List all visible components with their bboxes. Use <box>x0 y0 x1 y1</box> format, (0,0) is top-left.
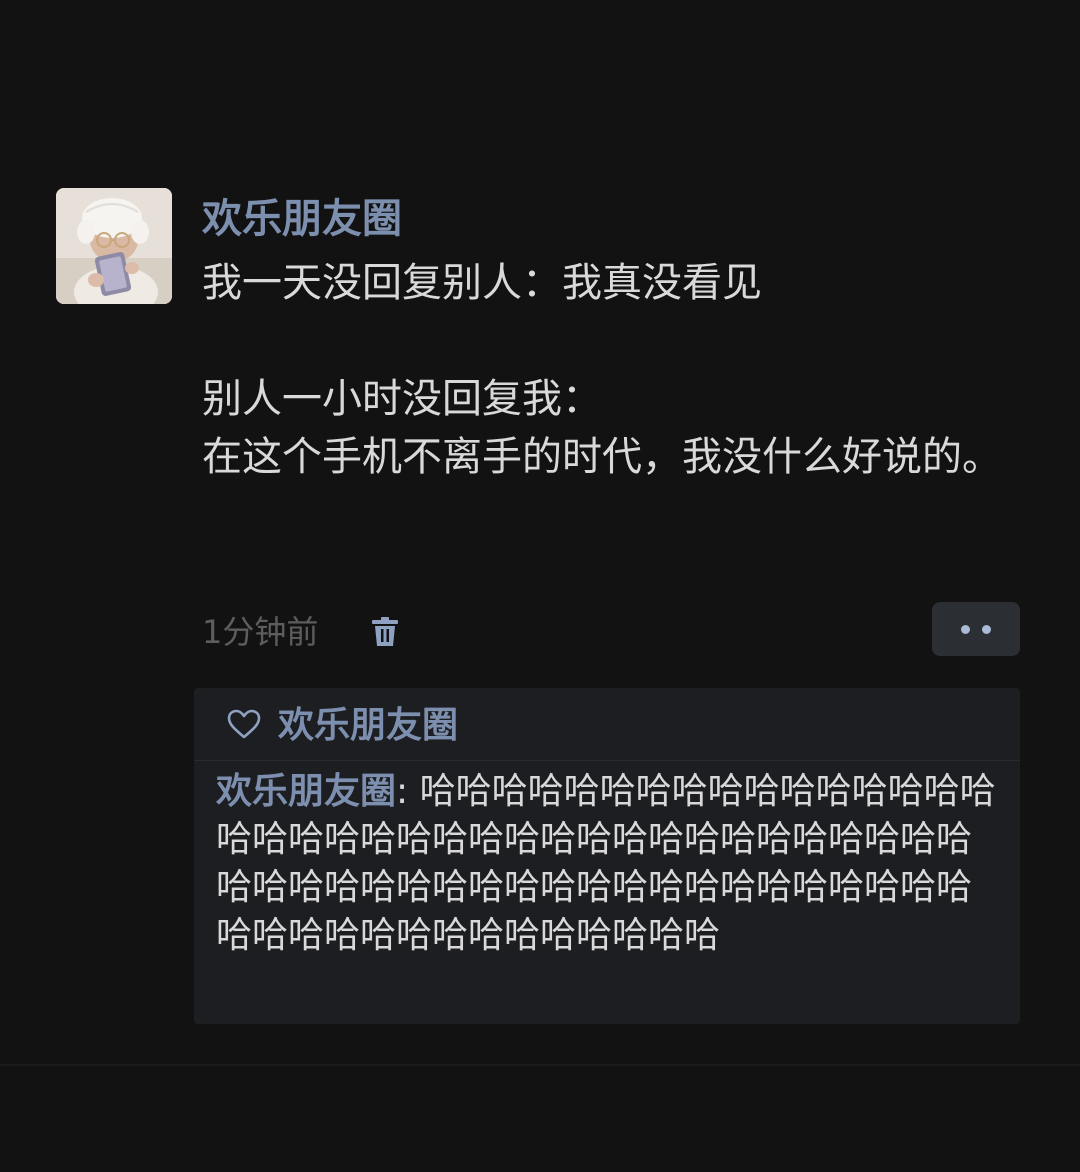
post-timestamp: 1分钟前 <box>202 613 319 651</box>
divider <box>194 760 1020 761</box>
post-line-1: 我一天没回复别人：我真没看见 <box>202 260 762 306</box>
post-blank-line <box>202 312 1012 370</box>
like-user-name[interactable]: 欢乐朋友圈 <box>278 698 458 754</box>
post-line-2: 别人一小时没回复我： <box>202 376 602 422</box>
avatar[interactable] <box>56 188 172 304</box>
divider <box>0 1064 1080 1066</box>
moments-screen: 欢乐朋友圈 我一天没回复别人：我真没看见 别人一小时没回复我： 在这个手机不离手… <box>0 0 1080 1172</box>
post-meta: 1分钟前 <box>202 602 1022 656</box>
comment-item[interactable]: 欢乐朋友圈: 哈哈哈哈哈哈哈哈哈哈哈哈哈哈哈哈哈哈哈哈哈哈哈哈哈哈哈哈哈哈哈哈哈… <box>216 768 1006 960</box>
avatar-image <box>56 188 172 304</box>
more-dots-icon <box>982 625 991 634</box>
heart-icon <box>226 708 278 744</box>
post-line-3: 在这个手机不离手的时代，我没什么好说的。 <box>202 434 1002 480</box>
comment-separator: : <box>396 771 409 812</box>
comment-author[interactable]: 欢乐朋友圈 <box>216 771 396 812</box>
post-content: 我一天没回复别人：我真没看见 别人一小时没回复我： 在这个手机不离手的时代，我没… <box>202 254 1012 486</box>
post-body: 欢乐朋友圈 我一天没回复别人：我真没看见 别人一小时没回复我： 在这个手机不离手… <box>202 188 1032 486</box>
trash-icon[interactable] <box>370 616 400 648</box>
interaction-panel: 欢乐朋友圈 欢乐朋友圈: 哈哈哈哈哈哈哈哈哈哈哈哈哈哈哈哈哈哈哈哈哈哈哈哈哈哈哈… <box>194 688 1020 1024</box>
more-button[interactable] <box>932 602 1020 656</box>
more-dots-icon <box>961 625 970 634</box>
post-author-name[interactable]: 欢乐朋友圈 <box>202 188 1032 250</box>
likes-row: 欢乐朋友圈 <box>226 698 458 754</box>
